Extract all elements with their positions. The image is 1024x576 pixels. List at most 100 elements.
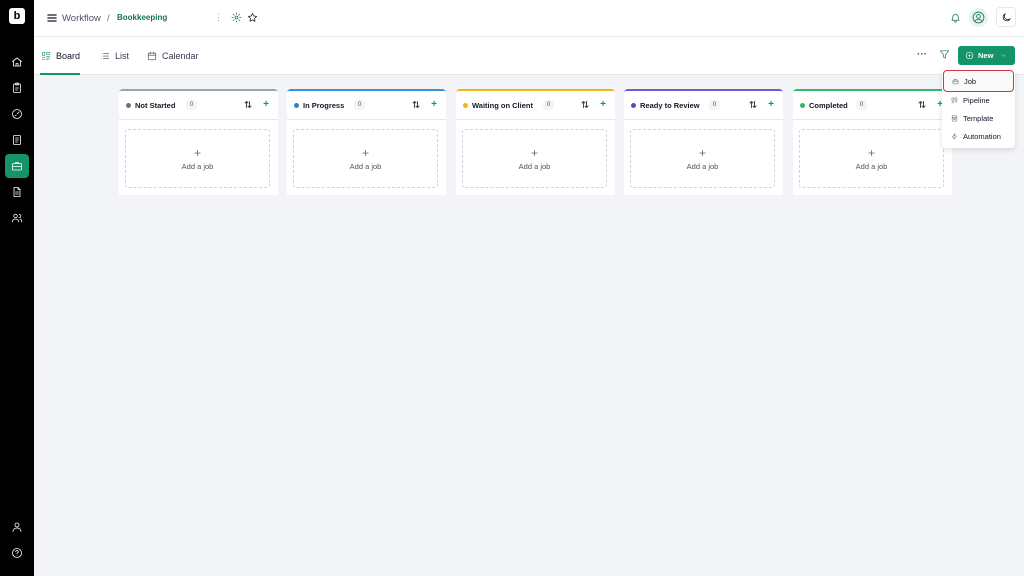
column-count-badge: 0 [856,100,867,110]
plus-icon: + [193,145,201,160]
logo-glyph: b [13,9,21,22]
column-header: Waiting on Client 0 + [456,91,615,120]
column-header: Completed 0 + [793,91,952,120]
column-sort-button[interactable] [918,100,927,110]
menu-item-template[interactable]: Template [943,109,1014,127]
add-job-card[interactable]: + Add a job [462,129,607,188]
add-job-card[interactable]: + Add a job [293,129,438,188]
column-sort-button[interactable] [581,100,590,110]
gear-icon [231,12,241,22]
help-icon [12,548,22,558]
sidebar-item-help[interactable] [5,541,29,565]
menu-item-automation[interactable]: Automation [943,127,1014,145]
avatar-icon [972,11,985,24]
menu-item-label: Automation [963,131,1001,141]
status-dot [463,103,468,108]
column-add-button[interactable]: + [263,99,269,110]
user-avatar-button[interactable] [969,8,988,27]
bell-icon [950,13,960,22]
column-count-badge: 0 [186,100,197,110]
calendar-icon [147,51,157,60]
briefcase-icon [952,78,959,84]
column-count-badge: 0 [709,100,720,110]
column-header: In Progress 0 + [287,91,446,120]
board-column-ready-to-review: Ready to Review 0 + + Add a job [624,89,783,195]
pipeline-icon [951,97,958,103]
moon-icon [1002,12,1011,21]
column-title: Ready to Review [640,101,700,110]
notes-icon [13,135,21,145]
column-title: Not Started [135,101,176,110]
sort-icon [918,101,926,108]
filter-icon [940,50,949,59]
sidebar: b [0,0,34,576]
column-add-button[interactable]: + [600,99,606,110]
view-tabbar: Board List Calendar ··· New [34,37,1024,75]
status-dot [126,103,131,108]
chevron-down-icon [1001,54,1006,57]
add-job-card[interactable]: + Add a job [125,129,270,188]
tab-calendar[interactable]: Calendar [147,37,199,74]
status-dot [631,103,636,108]
filter-button[interactable] [939,49,951,61]
sidebar-item-home[interactable] [5,50,29,74]
menu-item-pipeline[interactable]: Pipeline [943,91,1014,109]
column-header: Ready to Review 0 + [624,91,783,120]
bolt-icon [951,132,957,140]
menu-item-job[interactable]: Job [943,70,1014,92]
gauge-icon [12,109,22,119]
plus-circle-icon [965,51,974,60]
board-column-waiting-on-client: Waiting on Client 0 + + Add a job [456,89,615,195]
add-job-label: Add a job [518,161,551,171]
column-header: Not Started 0 + [119,91,278,120]
column-body: + Add a job [119,120,278,195]
new-dropdown-menu: Job Pipeline Template Automation [942,69,1015,148]
sidebar-item-dashboard[interactable] [5,102,29,126]
column-body: + Add a job [624,120,783,195]
theme-toggle-button[interactable] [996,7,1016,27]
sidebar-item-documents[interactable] [5,180,29,204]
users-icon [11,213,23,223]
breadcrumb-workflow[interactable]: Workflow [62,13,101,24]
new-button-label: New [978,51,994,60]
sidebar-item-notes[interactable] [5,128,29,152]
add-job-card[interactable]: + Add a job [799,129,944,188]
document-icon [13,187,21,197]
add-job-label: Add a job [181,161,214,171]
pipeline-settings-button[interactable] [230,11,242,23]
clipboard-icon [13,82,21,93]
app-logo[interactable]: b [9,8,25,24]
sidebar-item-profile[interactable] [5,515,29,539]
star-icon [247,12,257,22]
list-icon [100,52,110,59]
column-sort-button[interactable] [749,100,758,110]
add-job-label: Add a job [855,161,888,171]
sidebar-item-contacts[interactable] [5,206,29,230]
sidebar-item-jobs[interactable] [5,154,29,178]
user-icon [12,522,22,532]
tab-board[interactable]: Board [39,37,81,75]
sort-icon [581,101,589,108]
tab-board-label: Board [56,50,81,61]
add-job-label: Add a job [686,161,719,171]
column-add-button[interactable]: + [431,99,437,110]
plus-icon: + [867,145,875,160]
favorite-button[interactable] [246,11,258,23]
board-column-in-progress: In Progress 0 + + Add a job [287,89,446,195]
column-sort-button[interactable] [244,100,253,110]
tab-list[interactable]: List [100,37,129,74]
sort-icon [244,101,252,108]
briefcase-icon [12,162,22,171]
add-job-card[interactable]: + Add a job [630,129,775,188]
menu-toggle-button[interactable] [47,12,57,24]
new-button[interactable]: New [958,46,1015,65]
column-count-badge: 0 [354,100,365,110]
breadcrumb-current[interactable]: Bookkeeping [117,13,167,22]
plus-icon: + [361,145,369,160]
column-add-button[interactable]: + [768,99,774,110]
sidebar-item-clipboard[interactable] [5,76,29,100]
column-sort-button[interactable] [412,100,421,110]
more-options-button[interactable]: ··· [917,49,927,60]
notifications-button[interactable] [949,11,961,23]
breadcrumb-more-button[interactable]: ⋮ [214,12,223,23]
